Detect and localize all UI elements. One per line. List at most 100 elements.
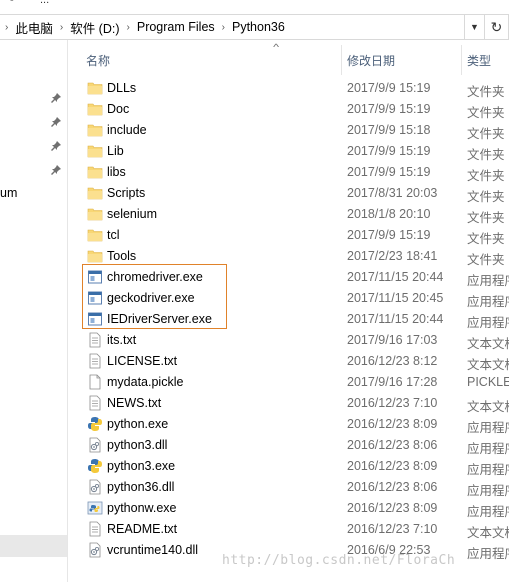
- file-row-geckodriver-exe[interactable]: geckodriver.exe 2017/11/15 20:45 应用程序: [68, 288, 509, 309]
- folder-icon: [87, 122, 103, 138]
- file-row-readme-txt[interactable]: README.txt 2016/12/23 7:10 文本文档: [68, 519, 509, 540]
- file-name[interactable]: Lib: [107, 144, 124, 158]
- sort-ascending-icon: ^: [273, 42, 280, 52]
- file-name[interactable]: python3.exe: [107, 459, 175, 473]
- file-name[interactable]: mydata.pickle: [107, 375, 183, 389]
- file-modified-date: 2016/12/23 8:09: [347, 501, 438, 515]
- file-row-doc[interactable]: Doc 2017/9/9 15:19 文件夹: [68, 99, 509, 120]
- file-name[interactable]: python3.dll: [107, 438, 167, 452]
- pin-icon[interactable]: [50, 140, 62, 152]
- file-name[interactable]: python36.dll: [107, 480, 174, 494]
- pin-icon[interactable]: [50, 164, 62, 176]
- nav-item-partial[interactable]: um: [0, 186, 17, 200]
- file-name[interactable]: Scripts: [107, 186, 145, 200]
- file-row-selenium[interactable]: selenium 2018/1/8 20:10 文件夹: [68, 204, 509, 225]
- file-name[interactable]: selenium: [107, 207, 157, 221]
- breadcrumb-separator-icon[interactable]: ›: [55, 22, 68, 33]
- file-row-include[interactable]: include 2017/9/9 15:18 文件夹: [68, 120, 509, 141]
- column-divider[interactable]: [341, 45, 342, 75]
- nav-item-selected[interactable]: [0, 535, 67, 557]
- breadcrumb-separator-icon[interactable]: ›: [0, 22, 13, 33]
- file-name[interactable]: LICENSE.txt: [107, 354, 177, 368]
- file-modified-date: 2017/11/15 20:45: [347, 291, 444, 305]
- breadcrumb[interactable]: › 此电脑 › 软件 (D:) › Program Files › Python…: [0, 14, 465, 40]
- file-row-iedriverserver-exe[interactable]: IEDriverServer.exe 2017/11/15 20:44 应用程序: [68, 309, 509, 330]
- breadcrumb-item-this-pc[interactable]: 此电脑: [13, 18, 55, 37]
- file-name[interactable]: geckodriver.exe: [107, 291, 195, 305]
- file-row-tcl[interactable]: tcl 2017/9/9 15:19 文件夹: [68, 225, 509, 246]
- file-modified-date: 2016/12/23 8:09: [347, 417, 438, 431]
- breadcrumb-item-python36[interactable]: Python36: [230, 20, 287, 34]
- file-modified-date: 2018/1/8 20:10: [347, 207, 431, 221]
- file-name[interactable]: README.txt: [107, 522, 177, 536]
- text-file-icon: [87, 353, 103, 369]
- file-row-pythonw-exe[interactable]: pythonw.exe 2016/12/23 8:09 应用程序: [68, 498, 509, 519]
- file-row-python36-dll[interactable]: python36.dll 2016/12/23 8:06 应用程序: [68, 477, 509, 498]
- file-type: 文件夹: [467, 232, 505, 246]
- column-header-date[interactable]: 修改日期: [347, 52, 395, 69]
- file-row-its-txt[interactable]: its.txt 2017/9/16 17:03 文本文档: [68, 330, 509, 351]
- pythonw-icon: [87, 500, 103, 516]
- breadcrumb-item-program-files[interactable]: Program Files: [135, 20, 217, 34]
- column-header-name[interactable]: 名称: [86, 52, 110, 69]
- file-name[interactable]: Tools: [107, 249, 136, 263]
- folder-icon: [87, 80, 103, 96]
- file-row-license-txt[interactable]: LICENSE.txt 2016/12/23 8:12 文本文档: [68, 351, 509, 372]
- file-name[interactable]: IEDriverServer.exe: [107, 312, 212, 326]
- pin-icon[interactable]: [50, 92, 62, 104]
- file-name[interactable]: libs: [107, 165, 126, 179]
- file-type: 文本文档: [467, 526, 509, 540]
- file-row-tools[interactable]: Tools 2017/2/23 18:41 文件夹: [68, 246, 509, 267]
- file-type: 文件夹: [467, 169, 505, 183]
- file-name[interactable]: Doc: [107, 102, 129, 116]
- file-row-lib[interactable]: Lib 2017/9/9 15:19 文件夹: [68, 141, 509, 162]
- file-name[interactable]: vcruntime140.dll: [107, 543, 198, 557]
- file-name[interactable]: its.txt: [107, 333, 136, 347]
- file-row-dlls[interactable]: DLLs 2017/9/9 15:19 文件夹: [68, 78, 509, 99]
- file-row-mydata-pickle[interactable]: mydata.pickle 2017/9/16 17:28 PICKLE: [68, 372, 509, 393]
- file-row-python3-dll[interactable]: python3.dll 2016/12/23 8:06 应用程序: [68, 435, 509, 456]
- refresh-button[interactable]: ↻: [485, 14, 509, 40]
- pin-icon[interactable]: [50, 116, 62, 128]
- file-name[interactable]: NEWS.txt: [107, 396, 161, 410]
- file-modified-date: 2017/9/9 15:19: [347, 102, 431, 116]
- file-name[interactable]: tcl: [107, 228, 120, 242]
- address-history-dropdown-button[interactable]: ▼: [465, 14, 485, 40]
- folder-icon: [87, 185, 103, 201]
- file-row-chromedriver-exe[interactable]: chromedriver.exe 2017/11/15 20:44 应用程序: [68, 267, 509, 288]
- file-name[interactable]: include: [107, 123, 147, 137]
- column-divider[interactable]: [461, 45, 462, 75]
- file-row-python-exe[interactable]: python.exe 2016/12/23 8:09 应用程序: [68, 414, 509, 435]
- breadcrumb-item-drive-d[interactable]: 软件 (D:): [68, 18, 121, 37]
- python-icon: [87, 416, 103, 432]
- file-modified-date: 2016/12/23 7:10: [347, 396, 438, 410]
- python-icon: [87, 458, 103, 474]
- folder-icon: [87, 206, 103, 222]
- file-row-news-txt[interactable]: NEWS.txt 2016/12/23 7:10 文本文档: [68, 393, 509, 414]
- dll-icon: [87, 479, 103, 495]
- column-header-type[interactable]: 类型: [467, 52, 491, 69]
- chevron-down-icon: ▼: [470, 22, 479, 32]
- file-row-scripts[interactable]: Scripts 2017/8/31 20:03 文件夹: [68, 183, 509, 204]
- exe-icon: [87, 311, 103, 327]
- file-name[interactable]: python.exe: [107, 417, 168, 431]
- file-row-python3-exe[interactable]: python3.exe 2016/12/23 8:09 应用程序: [68, 456, 509, 477]
- file-name[interactable]: DLLs: [107, 81, 136, 95]
- file-type: 文本文档: [467, 358, 509, 372]
- file-modified-date: 2017/9/9 15:19: [347, 228, 431, 242]
- file-type: 文件夹: [467, 85, 505, 99]
- file-name[interactable]: pythonw.exe: [107, 501, 177, 515]
- folder-icon: [87, 101, 103, 117]
- folder-icon: [87, 143, 103, 159]
- file-modified-date: 2016/12/23 8:06: [347, 480, 438, 494]
- file-name[interactable]: chromedriver.exe: [107, 270, 203, 284]
- file-modified-date: 2017/11/15 20:44: [347, 312, 444, 326]
- file-type: 应用程序: [467, 463, 509, 477]
- file-type: 应用程序: [467, 316, 509, 330]
- file-row-libs[interactable]: libs 2017/9/9 15:19 文件夹: [68, 162, 509, 183]
- text-file-icon: [87, 332, 103, 348]
- breadcrumb-separator-icon[interactable]: ›: [217, 22, 230, 33]
- file-modified-date: 2017/8/31 20:03: [347, 186, 438, 200]
- breadcrumb-separator-icon[interactable]: ›: [122, 22, 135, 33]
- file-modified-date: 2017/9/9 15:19: [347, 81, 431, 95]
